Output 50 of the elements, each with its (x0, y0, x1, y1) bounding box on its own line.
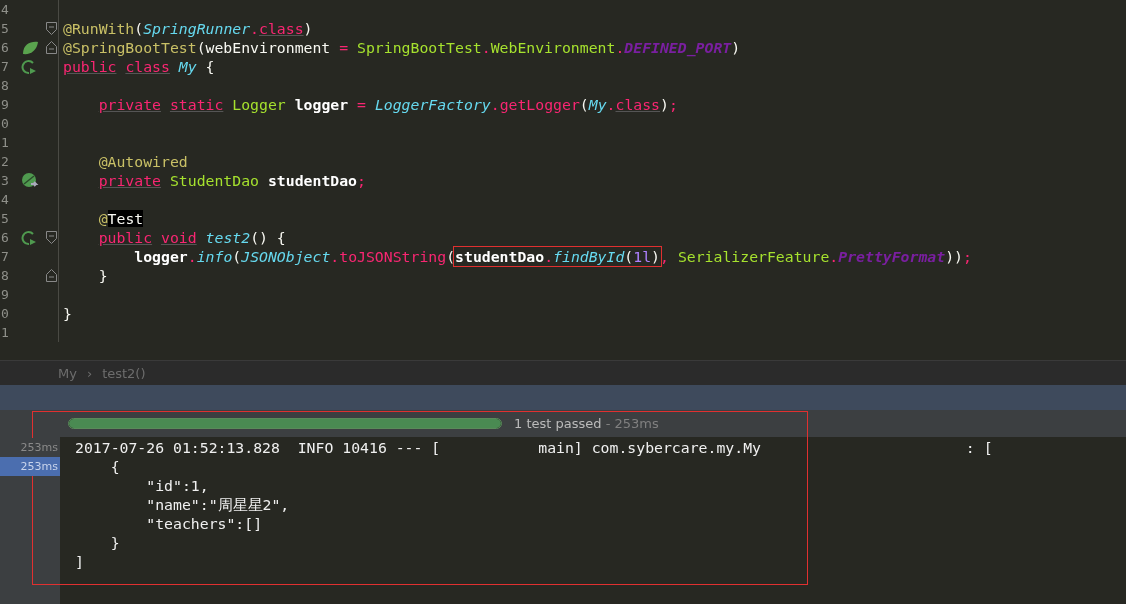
fold-icon[interactable] (45, 22, 57, 35)
line-number: 9 (0, 97, 10, 112)
line-number: 1 (0, 135, 10, 150)
console-line: "id":1, (145, 476, 210, 495)
line-number: 7 (0, 249, 10, 264)
console-line: 2017-07-26 01:52:13.828 INFO 10416 --- [ main] com.sybercare.my.My : [ (75, 438, 994, 457)
line-number: 3 (0, 173, 10, 188)
line-number: 8 (0, 78, 10, 93)
line-number: 8 (0, 268, 10, 283)
line-number: 2 (0, 154, 10, 169)
bean-icon[interactable] (20, 171, 39, 190)
line-number: 1 (0, 325, 10, 340)
run-icon[interactable] (21, 58, 38, 75)
console-line: "name":"周星星2", (145, 495, 291, 514)
code-line: public void test2() { (97, 229, 286, 246)
line-number: 7 (0, 59, 10, 74)
console-line: "teachers":[] (145, 514, 264, 533)
breadcrumb-item[interactable]: test2() (102, 365, 146, 381)
line-number: 0 (0, 306, 10, 321)
code-line: } (63, 305, 72, 322)
line-number: 6 (0, 230, 10, 245)
test-status: 1 test passed - 253ms (514, 416, 659, 431)
line-number: 9 (0, 287, 10, 302)
line-number: 4 (0, 192, 10, 207)
code-line: private static Logger logger = LoggerFactory.getLogger(My.class); (97, 96, 678, 113)
run-icon[interactable] (21, 229, 38, 246)
code-line: @SpringBootTest(webEnvironment = SpringBootTest.WebEnvironment.DEFINED_PORT) (63, 39, 741, 56)
fold-icon[interactable] (45, 269, 57, 282)
fold-icon[interactable] (45, 231, 57, 244)
test-duration[interactable]: 253ms (0, 457, 60, 476)
line-number: 0 (0, 116, 10, 131)
line-number: 5 (0, 211, 10, 226)
highlight-frame: studentDao.findById(1l) (455, 248, 661, 265)
code-line: @RunWith(SpringRunner.class) (63, 20, 313, 37)
fold-icon[interactable] (45, 41, 57, 54)
code-line: @Autowired (97, 153, 188, 170)
console-line: ] (75, 552, 85, 571)
console-line: { (109, 457, 121, 476)
code-line: logger.info(JSONObject.toJSONString(studentDao.findById(1l), SerializerFeature.PrettyFormat)); (133, 248, 972, 265)
breadcrumb-item[interactable]: My (58, 365, 77, 381)
console-line: } (109, 533, 121, 552)
code-line: private StudentDao studentDao; (97, 172, 366, 189)
breadcrumb-separator: › (86, 365, 93, 381)
code-line: public class My { (63, 58, 215, 75)
line-number: 6 (0, 40, 10, 55)
code-line: } (97, 267, 108, 284)
line-number: 5 (0, 21, 10, 36)
code-line: @Test (97, 210, 144, 227)
line-number: 4 (0, 2, 10, 17)
leaf-icon[interactable] (20, 39, 39, 56)
